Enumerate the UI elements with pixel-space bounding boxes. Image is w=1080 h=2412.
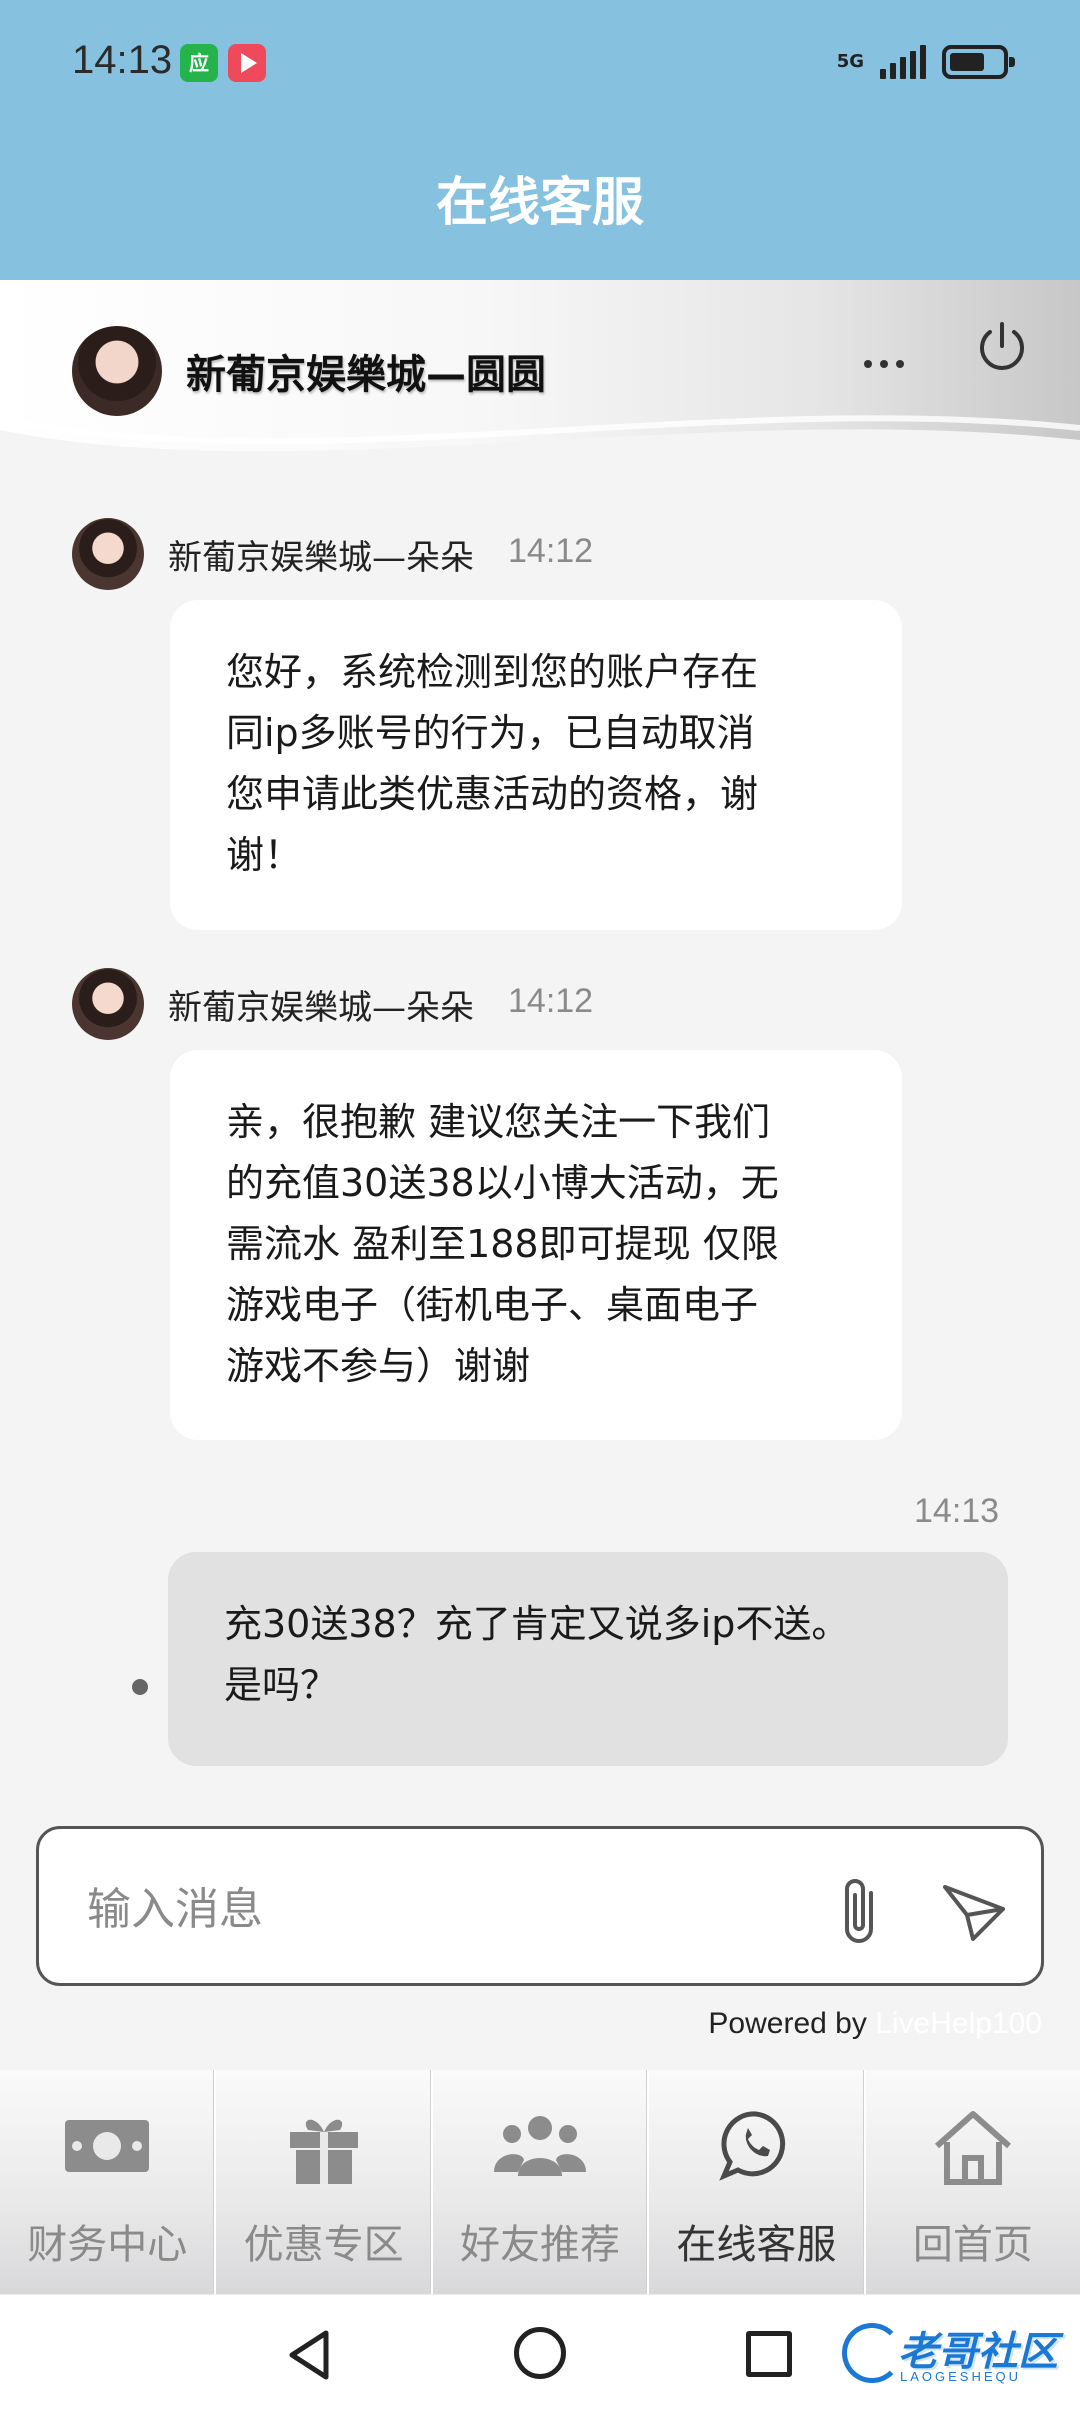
powered-by-label: Powered by (708, 2007, 867, 2040)
tab-promotions[interactable]: 优惠专区 (216, 2070, 433, 2294)
message-bubble: 您好，系统检测到您的账户存在 同ip多账号的行为，已自动取消 您申请此类优惠活动… (170, 600, 902, 930)
recent-apps-icon[interactable] (746, 2331, 792, 2377)
message-time: 14:12 (508, 532, 594, 570)
tab-label: 好友推荐 (460, 2222, 621, 2268)
tab-finance[interactable]: 财务中心 (0, 2070, 217, 2294)
message-line: 亲，很抱歉 建议您关注一下我们 (226, 1100, 771, 1144)
message-line: 是吗？ (224, 1663, 339, 1707)
message-time: 14:13 (914, 1492, 1000, 1530)
power-icon[interactable] (970, 314, 1034, 378)
bottom-tab-bar: 财务中心 优惠专区 好友推荐 在线客服 回首页 (0, 2070, 1080, 2294)
message-line: 您申请此类优惠活动的资格，谢 (226, 772, 759, 816)
message-input[interactable] (87, 1873, 807, 1945)
network-type: 5G (836, 51, 864, 72)
watermark-logo: 老哥社区 LAOGESHEQU (836, 2315, 1066, 2395)
tab-label: 优惠专区 (243, 2222, 404, 2268)
message-line: 同ip多账号的行为，已自动取消 (226, 711, 755, 755)
agent-header: 新葡京娱樂城—圆圆 (0, 280, 1080, 480)
attachment-icon[interactable] (825, 1873, 895, 1951)
message-line: 游戏不参与）谢谢 (226, 1344, 531, 1388)
powered-by: Powered by LiveHelp100 (708, 2007, 1042, 2041)
tab-customer-service[interactable]: 在线客服 (649, 2070, 866, 2294)
tab-referral[interactable]: 好友推荐 (433, 2070, 650, 2294)
gift-icon (289, 2119, 358, 2184)
message-line: 需流水 盈利至188即可提现 仅限 (226, 1222, 779, 1266)
tab-label: 财务中心 (27, 2222, 188, 2268)
message-line: 游戏电子（街机电子、桌面电子 (226, 1283, 759, 1327)
top-bar: 14:13 应 5G 在线客服 (0, 0, 1080, 280)
status-indicators: 5G (836, 40, 1015, 84)
watermark-subtext: LAOGESHEQU (900, 2369, 1022, 2384)
message-composer (36, 1826, 1044, 1986)
message-line: 的充值30送38以小博大活动，无 (226, 1161, 779, 1205)
sender-avatar (72, 968, 144, 1040)
battery-icon (942, 45, 1015, 79)
home-button-icon[interactable] (514, 2327, 566, 2379)
message-bubble: 亲，很抱歉 建议您关注一下我们 的充值30送38以小博大活动，无 需流水 盈利至… (170, 1050, 902, 1440)
tab-home[interactable]: 回首页 (866, 2070, 1080, 2294)
message-line: 充30送38？充了肯定又说多ip不送。 (224, 1602, 850, 1646)
tab-label: 在线客服 (676, 2222, 837, 2268)
money-icon (65, 2120, 150, 2172)
agent-name: 新葡京娱樂城—圆圆 (186, 352, 546, 398)
wave-decoration (0, 415, 1080, 480)
more-options-icon[interactable] (852, 332, 916, 396)
message-sender: 新葡京娱樂城—朵朵 (168, 988, 474, 1028)
unread-indicator (132, 1679, 148, 1695)
signal-icon (880, 45, 926, 79)
status-time: 14:13 (72, 38, 173, 82)
message-time: 14:12 (508, 982, 594, 1020)
page-title: 在线客服 (435, 173, 644, 233)
system-nav-bar: 老哥社区 LAOGESHEQU (0, 2294, 1080, 2412)
home-icon (934, 2111, 1011, 2185)
app-notification-icon: 应 (180, 44, 218, 82)
user-message-bubble: 充30送38？充了肯定又说多ip不送。 是吗？ (168, 1552, 1008, 1766)
back-icon[interactable] (286, 2329, 334, 2381)
agent-avatar (72, 326, 162, 416)
message-line: 谢！ (226, 833, 303, 877)
send-icon[interactable] (939, 1879, 1009, 1945)
watermark-dragon-icon (842, 2323, 902, 2383)
message-line: 您好，系统检测到您的账户存在 (226, 650, 759, 694)
message-sender: 新葡京娱樂城—朵朵 (168, 538, 474, 578)
tab-label: 回首页 (912, 2222, 1033, 2268)
powered-by-brand[interactable]: LiveHelp100 (875, 2007, 1042, 2040)
sender-avatar (72, 518, 144, 590)
whatsapp-icon (719, 2111, 786, 2181)
video-app-notification-icon (228, 44, 266, 82)
users-icon (494, 2116, 587, 2176)
